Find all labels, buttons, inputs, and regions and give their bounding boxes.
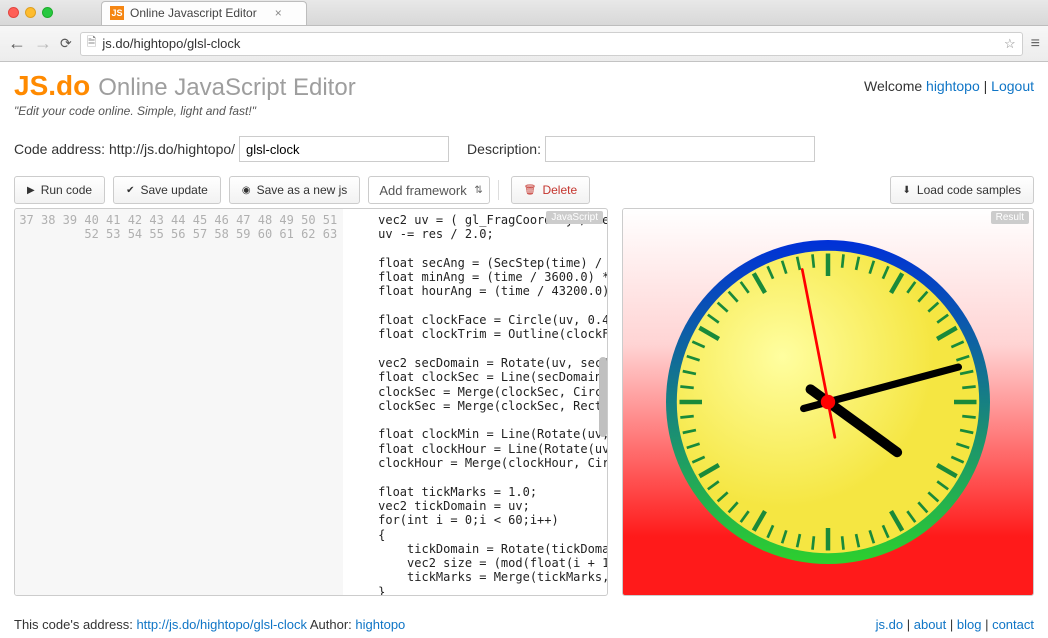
editor-label: JavaScript (546, 211, 603, 224)
address-bar[interactable]: 🗎 js.do/hightopo/glsl-clock ☆ (80, 32, 1023, 56)
play-icon: ▶ (27, 185, 35, 196)
browser-titlebar: JS Online Javascript Editor × (0, 0, 1048, 26)
description-label: Description: (467, 141, 541, 157)
logout-link[interactable]: Logout (991, 78, 1034, 94)
code-address-row: Code address: http://js.do/hightopo/ Des… (14, 136, 1034, 162)
delete-button[interactable]: 🗑Delete (511, 176, 590, 204)
load-samples-button[interactable]: ⬇Load code samples (890, 176, 1034, 204)
code-content[interactable]: vec2 uv = ( gl_FragCoord.xy / resolution… (343, 209, 607, 595)
footer-author-link[interactable]: hightopo (355, 617, 405, 632)
code-editor-panel: JavaScript 37 38 39 40 41 42 43 44 45 46… (14, 208, 608, 596)
site-logo[interactable]: JS.do Online JavaScript Editor (14, 70, 356, 102)
browser-tab[interactable]: JS Online Javascript Editor × (101, 1, 307, 25)
page-content: JS.do Online JavaScript Editor "Edit you… (0, 62, 1048, 604)
trash-icon: 🗑 (524, 185, 537, 196)
page-icon: 🗎 (87, 33, 97, 54)
result-canvas (623, 209, 1033, 595)
footer-author-label: Author: (307, 617, 355, 632)
logo-tagline: Online JavaScript Editor (98, 74, 355, 102)
result-panel: Result (622, 208, 1034, 596)
window-controls (8, 7, 53, 18)
maximize-window-button[interactable] (42, 7, 53, 18)
tab-title: Online Javascript Editor (130, 6, 257, 20)
url-text: js.do/hightopo/glsl-clock (102, 36, 240, 51)
clock-render (648, 222, 1008, 582)
browser-menu-icon[interactable]: ≡ (1031, 35, 1040, 53)
download-icon: ⬇ (903, 185, 911, 196)
result-label: Result (991, 211, 1029, 224)
forward-button[interactable]: → (34, 33, 52, 54)
line-gutter: 37 38 39 40 41 42 43 44 45 46 47 48 49 5… (15, 209, 343, 595)
user-link[interactable]: hightopo (926, 78, 980, 94)
footer: This code's address: http://js.do/highto… (0, 617, 1048, 632)
close-tab-icon[interactable]: × (275, 6, 282, 20)
reload-button[interactable]: ⟳ (60, 35, 72, 52)
footer-link[interactable]: blog (957, 617, 982, 632)
footer-links: js.do | about | blog | contact (876, 617, 1034, 632)
footer-address-link[interactable]: http://js.do/hightopo/glsl-clock (136, 617, 307, 632)
description-input[interactable] (545, 136, 815, 162)
slug-input[interactable] (239, 136, 449, 162)
footer-link[interactable]: js.do (876, 617, 903, 632)
run-code-button[interactable]: ▶Run code (14, 176, 105, 204)
footer-link[interactable]: about (914, 617, 947, 632)
bookmark-star-icon[interactable]: ☆ (1004, 36, 1016, 52)
scroll-thumb[interactable] (599, 357, 607, 437)
footer-link[interactable]: contact (992, 617, 1034, 632)
circle-check-icon: ◉ (242, 185, 251, 196)
welcome-text: Welcome hightopo | Logout (864, 78, 1034, 94)
tab-favicon: JS (110, 6, 124, 20)
code-address-label: Code address: http://js.do/hightopo/ (14, 141, 235, 157)
check-icon: ✔ (126, 185, 134, 196)
action-buttons: ▶Run code ✔Save update ◉Save as a new js… (14, 176, 1034, 204)
save-new-button[interactable]: ◉Save as a new js (229, 176, 360, 204)
browser-toolbar: ← → ⟳ 🗎 js.do/hightopo/glsl-clock ☆ ≡ (0, 26, 1048, 62)
logo-bold: JS.do (14, 70, 90, 102)
back-button[interactable]: ← (8, 33, 26, 54)
save-update-button[interactable]: ✔Save update (113, 176, 221, 204)
add-framework-select[interactable]: Add framework (368, 176, 489, 204)
close-window-button[interactable] (8, 7, 19, 18)
code-editor[interactable]: 37 38 39 40 41 42 43 44 45 46 47 48 49 5… (15, 209, 607, 595)
header-subtitle: "Edit your code online. Simple, light an… (14, 104, 356, 118)
minimize-window-button[interactable] (25, 7, 36, 18)
footer-address-label: This code's address: (14, 617, 136, 632)
editor-scrollbar[interactable] (599, 209, 607, 595)
